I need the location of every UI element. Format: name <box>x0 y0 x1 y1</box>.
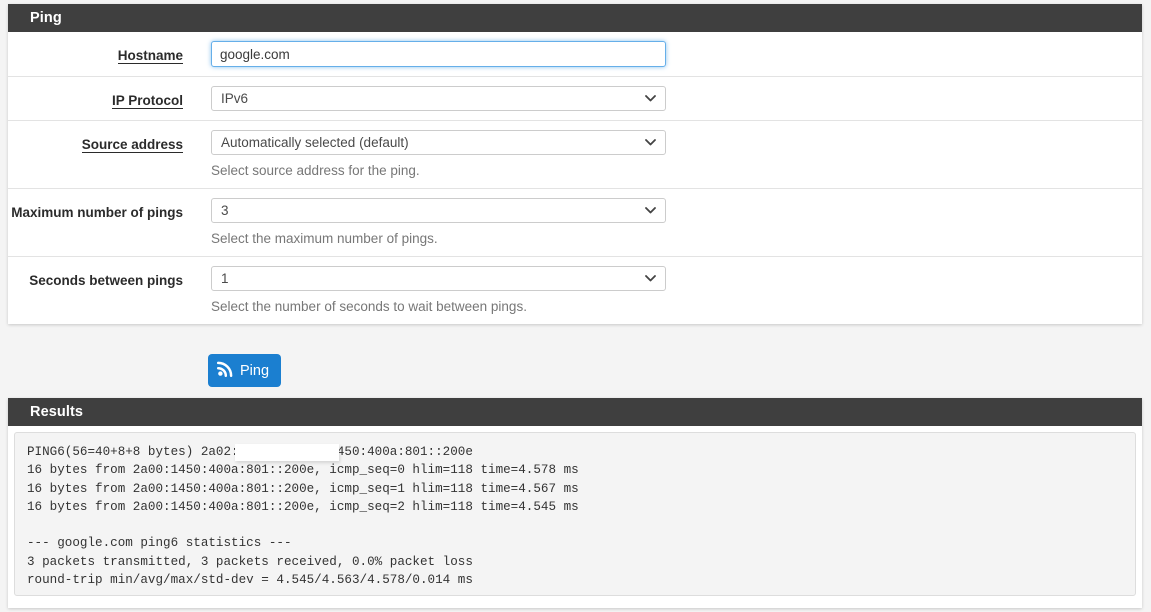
control-source-address: Automatically selected (default) Select … <box>183 130 1142 179</box>
chevron-down-icon <box>644 87 656 110</box>
results-panel: Results PING6(56=40+8+8 bytes) 2a02:1: -… <box>8 398 1142 608</box>
control-seconds-between-pings: 1 Select the number of seconds to wait b… <box>183 266 1142 315</box>
seconds-between-pings-select[interactable]: 1 <box>211 266 666 291</box>
control-max-pings: 3 Select the maximum number of pings. <box>183 198 1142 247</box>
hostname-input[interactable] <box>211 41 666 67</box>
form-row-ip-protocol: IP Protocol IPv6 <box>8 77 1142 121</box>
results-line: 16 bytes from 2a00:1450:400a:801::200e, … <box>27 499 579 514</box>
ping-form: Hostname IP Protocol IPv6 <box>8 32 1142 324</box>
results-line: 16 bytes from 2a00:1450:400a:801::200e, … <box>27 463 579 478</box>
help-max-pings: Select the maximum number of pings. <box>211 231 438 246</box>
ping-button-label: Ping <box>240 362 270 379</box>
form-row-max-pings: Maximum number of pings 3 Select the max… <box>8 189 1142 257</box>
results-panel-footer <box>8 596 1142 608</box>
ip-protocol-value: IPv6 <box>221 91 249 106</box>
results-output-text: PING6(56=40+8+8 bytes) 2a02:1: --> 2a00:… <box>27 443 1123 589</box>
results-body-wrap: PING6(56=40+8+8 bytes) 2a02:1: --> 2a00:… <box>8 432 1142 608</box>
max-pings-select[interactable]: 3 <box>211 198 666 223</box>
ip-protocol-select[interactable]: IPv6 <box>211 86 666 111</box>
form-row-hostname: Hostname <box>8 32 1142 77</box>
label-ip-protocol: IP Protocol <box>111 93 183 109</box>
results-line: 16 bytes from 2a00:1450:400a:801::200e, … <box>27 481 579 496</box>
help-source-address: Select source address for the ping. <box>211 163 420 178</box>
ping-button[interactable]: Ping <box>208 354 282 387</box>
seconds-between-pings-value: 1 <box>221 271 229 286</box>
help-seconds-between-pings: Select the number of seconds to wait bet… <box>211 299 527 314</box>
source-address-select[interactable]: Automatically selected (default) <box>211 130 666 155</box>
rss-signal-icon <box>216 360 234 381</box>
ping-panel: Ping Hostname IP Protocol IPv6 <box>8 4 1142 324</box>
max-pings-value: 3 <box>221 203 229 218</box>
chevron-down-icon <box>644 267 656 290</box>
ping-panel-title: Ping <box>8 4 1142 32</box>
results-output-box[interactable]: PING6(56=40+8+8 bytes) 2a02:1: --> 2a00:… <box>14 432 1136 596</box>
results-line: round-trip min/avg/max/std-dev = 4.545/4… <box>27 573 473 588</box>
label-seconds-between-pings: Seconds between pings <box>29 273 183 288</box>
redaction-box <box>235 444 339 461</box>
source-address-value: Automatically selected (default) <box>221 135 409 150</box>
chevron-down-icon <box>644 131 656 154</box>
results-panel-title: Results <box>8 398 1142 426</box>
results-line: 3 packets transmitted, 3 packets receive… <box>27 554 473 569</box>
chevron-down-icon <box>644 199 656 222</box>
form-row-source-address: Source address Automatically selected (d… <box>8 121 1142 189</box>
label-max-pings: Maximum number of pings <box>11 205 183 220</box>
submit-area: Ping <box>0 354 1151 398</box>
ping-tool-page: Ping Hostname IP Protocol IPv6 <box>0 0 1151 612</box>
form-row-seconds-between-pings: Seconds between pings 1 Select the numbe… <box>8 257 1142 324</box>
control-hostname <box>183 41 1142 67</box>
label-source-address: Source address <box>81 137 183 153</box>
results-line-1-prefix: PING6(56=40+8+8 bytes) 2a02:1 <box>27 445 247 459</box>
label-hostname: Hostname <box>117 48 183 64</box>
results-line: --- google.com ping6 statistics --- <box>27 536 292 551</box>
control-ip-protocol: IPv6 <box>183 86 1142 111</box>
